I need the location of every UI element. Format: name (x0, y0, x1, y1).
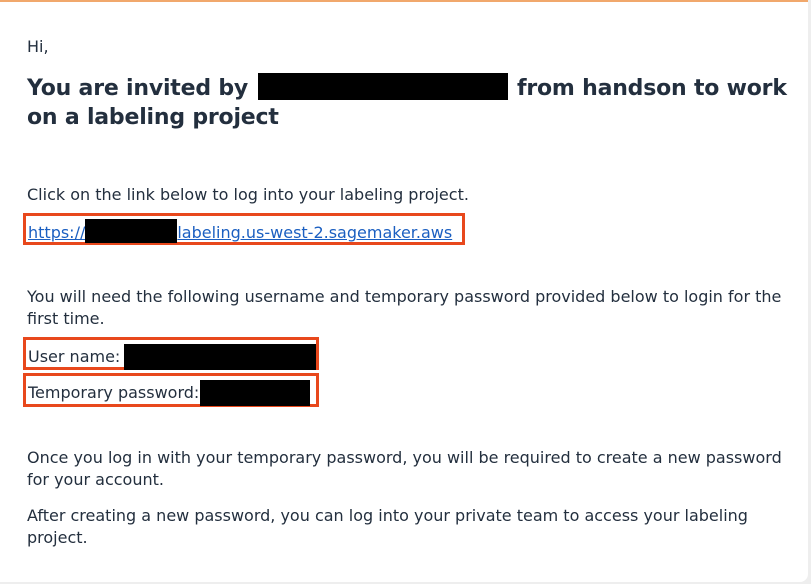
new-password-notice-text: Once you log in with your temporary pass… (27, 448, 782, 489)
link-highlight-box: https:// labeling.us-west-2.sagemaker.aws (23, 213, 465, 245)
username-highlight-box: User name: (23, 337, 319, 370)
password-field: Temporary password: (28, 380, 311, 406)
redacted-inviter-name (257, 72, 508, 100)
redacted-password (200, 380, 311, 406)
invitation-heading: You are invited by from handson to work … (27, 72, 802, 132)
link-prefix: https:// (28, 223, 86, 242)
password-highlight-box: Temporary password: (23, 373, 319, 407)
private-team-access-text: After creating a new password, you can l… (27, 506, 748, 547)
greeting-text: Hi, (27, 37, 49, 56)
redacted-subdomain (85, 219, 178, 243)
credentials-instruction-text: You will need the following username and… (27, 287, 782, 328)
username-field: User name: (28, 344, 317, 370)
email-body: Hi, You are invited by from handson to w… (0, 0, 808, 582)
login-instruction-text: Click on the link below to log into your… (27, 185, 469, 204)
labeling-portal-link[interactable]: https:// labeling.us-west-2.sagemaker.aws (28, 219, 452, 243)
password-label: Temporary password: (28, 383, 200, 402)
username-label: User name: (28, 347, 121, 366)
redacted-username (124, 344, 317, 370)
link-suffix: labeling.us-west-2.sagemaker.aws (177, 223, 453, 242)
heading-text-start: You are invited by (27, 76, 249, 101)
